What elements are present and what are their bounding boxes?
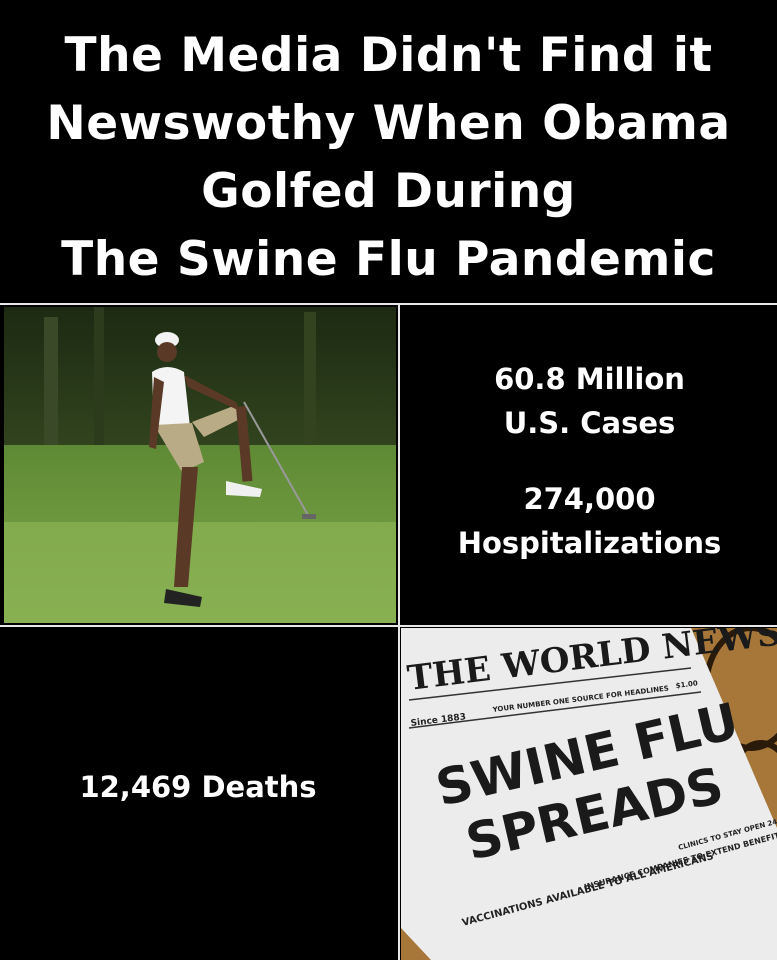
divider-vertical <box>398 303 400 960</box>
cases-label: U.S. Cases <box>503 406 676 440</box>
divider-horizontal-middle <box>0 625 777 627</box>
headline-line-3: Golfed During <box>201 164 576 219</box>
hospitalizations-value: 274,000 <box>523 482 656 516</box>
golfer-illustration <box>4 307 396 623</box>
meme-headline: The Media Didn't Find it Newswothy When … <box>0 22 777 294</box>
cases-value: 60.8 Million <box>494 362 685 396</box>
headline-line-4: The Swine Flu Pandemic <box>61 232 716 287</box>
golf-photo <box>4 307 396 623</box>
deaths-stat: 12,469 Deaths <box>79 770 317 804</box>
hospitalizations-label: Hospitalizations <box>457 526 722 560</box>
newspaper-illustration: THE WORLD NEWS YOUR NUMBER ONE SOURCE FO… <box>401 628 777 960</box>
headline-line-2: Newswothy When Obama <box>46 96 731 151</box>
stats-panel: 60.8 Million U.S. Cases 274,000 Hospital… <box>402 305 777 625</box>
newspaper-photo: THE WORLD NEWS YOUR NUMBER ONE SOURCE FO… <box>401 628 777 960</box>
headline-line-1: The Media Didn't Find it <box>64 28 713 83</box>
